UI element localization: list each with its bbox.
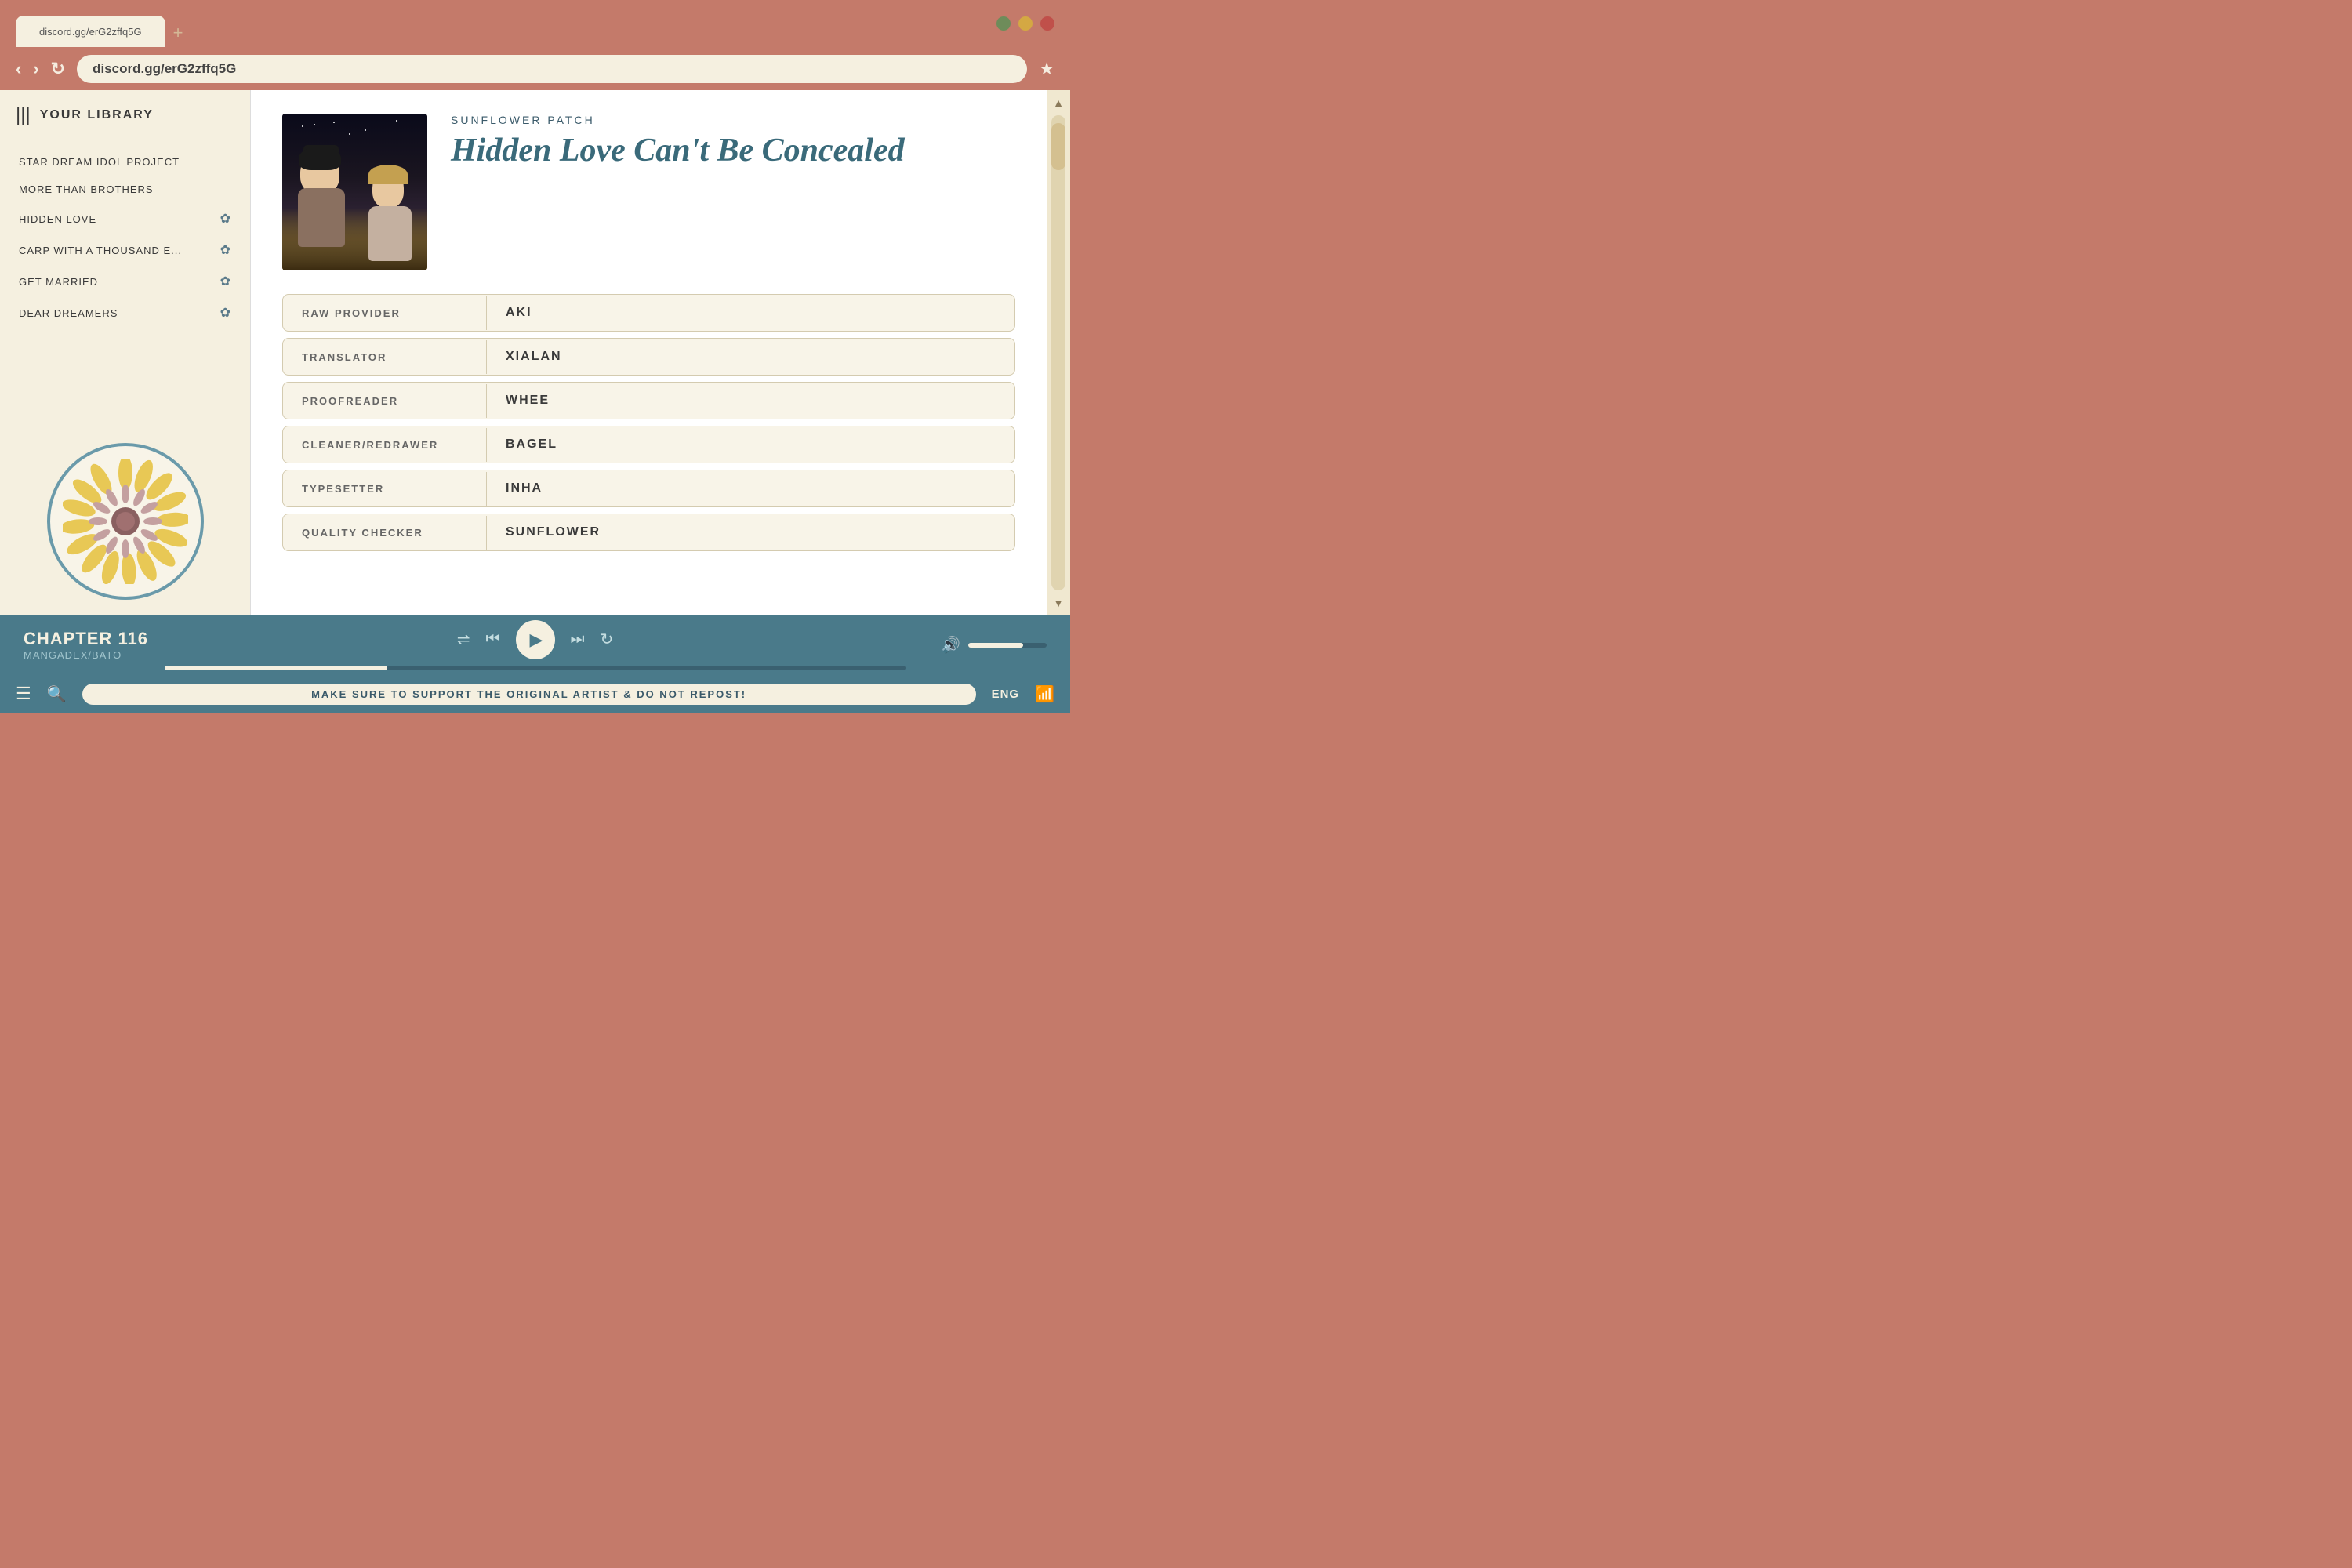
sidebar-item-hidden-love[interactable]: HIDDEN LOVE ✿: [0, 203, 250, 234]
credit-label: RAW PROVIDER: [283, 296, 487, 330]
player-bar: CHAPTER 116 MANGADEX/BATO ⇌ ⏮ ▶ ⏭ ↻ 🔊: [0, 615, 1070, 674]
sidebar-item-more-than-brothers[interactable]: MORE THAN BROTHERS: [0, 176, 250, 203]
sunflower-logo-area: [0, 427, 250, 615]
repeat-button[interactable]: ↻: [601, 630, 614, 649]
minimize-button[interactable]: [996, 16, 1011, 31]
player-controls: ⇌ ⏮ ▶ ⏭ ↻: [165, 620, 906, 670]
sidebar-item-label: MORE THAN BROTHERS: [19, 183, 154, 195]
bookmark-button[interactable]: ★: [1039, 59, 1054, 79]
sunflower-circle: [47, 443, 204, 600]
next-button[interactable]: ⏭: [571, 630, 585, 648]
back-button[interactable]: ‹: [16, 59, 21, 79]
credit-label: PROOFREADER: [283, 384, 487, 418]
credit-row-proofreader: PROOFREADER WHEE: [282, 382, 1015, 419]
volume-fill: [968, 643, 1023, 648]
prev-button[interactable]: ⏮: [486, 630, 500, 648]
sidebar-header: ||| YOUR LIBRARY: [0, 90, 250, 140]
chapter-title: CHAPTER 116: [24, 629, 149, 649]
flower-icon: ✿: [220, 305, 231, 321]
scroll-up-button[interactable]: ▲: [1050, 94, 1067, 111]
chapter-info: CHAPTER 116 MANGADEX/BATO: [24, 629, 149, 661]
new-tab-button[interactable]: +: [173, 23, 183, 43]
library-icon: |||: [16, 104, 31, 126]
control-buttons: ⇌ ⏮ ▶ ⏭ ↻: [457, 620, 614, 659]
credit-value: SUNFLOWER: [487, 514, 619, 550]
flower-icon: ✿: [220, 274, 231, 289]
close-button[interactable]: [1040, 16, 1054, 31]
scroll-track[interactable]: [1051, 115, 1065, 590]
credits-table: RAW PROVIDER AKI TRANSLATOR XIALAN PROOF…: [282, 294, 1015, 551]
credit-label: QUALITY CHECKER: [283, 516, 487, 550]
credit-value: XIALAN: [487, 339, 581, 375]
credit-value: INHA: [487, 470, 561, 506]
browser-nav: ‹ › ↻ discord.gg/erG2zffq5G ★: [0, 47, 1070, 90]
sidebar-title: YOUR LIBRARY: [40, 108, 154, 122]
sunflower-svg: [63, 459, 188, 584]
progress-fill: [165, 666, 387, 670]
volume-area: 🔊: [921, 635, 1047, 655]
sidebar-item-label: HIDDEN LOVE: [19, 213, 96, 225]
progress-bar[interactable]: [165, 666, 906, 670]
credit-row-typesetter: TYPESETTER INHA: [282, 470, 1015, 507]
credit-value: WHEE: [487, 383, 568, 419]
credit-value: AKI: [487, 295, 551, 331]
sidebar-item-label: CARP WITH A THOUSAND E...: [19, 245, 182, 256]
scroll-thumb[interactable]: [1051, 123, 1065, 170]
sidebar-item-label: GET MARRIED: [19, 276, 98, 288]
wifi-icon: 📶: [1035, 684, 1054, 704]
bottom-bar: ☰ 🔍 MAKE SURE TO SUPPORT THE ORIGINAL AR…: [0, 674, 1070, 713]
credit-label: TRANSLATOR: [283, 340, 487, 374]
main-container: ||| YOUR LIBRARY STAR DREAM IDOL PROJECT…: [0, 90, 1070, 615]
content-area: SUNFLOWER PATCH Hidden Love Can't Be Con…: [251, 90, 1047, 615]
sidebar-item-carp[interactable]: CARP WITH A THOUSAND E... ✿: [0, 234, 250, 266]
scrollbar: ▲ ▼: [1047, 90, 1070, 615]
sidebar-item-label: DEAR DREAMERS: [19, 307, 118, 319]
credit-row-quality: QUALITY CHECKER SUNFLOWER: [282, 514, 1015, 551]
flower-icon: ✿: [220, 242, 231, 258]
manga-info: SUNFLOWER PATCH Hidden Love Can't Be Con…: [451, 114, 1015, 270]
sidebar-item-label: STAR DREAM IDOL PROJECT: [19, 156, 180, 168]
language-button[interactable]: ENG: [992, 688, 1020, 701]
volume-icon: 🔊: [941, 635, 960, 655]
search-button[interactable]: 🔍: [47, 684, 67, 704]
tab-area: discord.gg/erG2zffq5G +: [16, 0, 996, 47]
manga-title: Hidden Love Can't Be Concealed: [451, 132, 1015, 169]
sidebar: ||| YOUR LIBRARY STAR DREAM IDOL PROJECT…: [0, 90, 251, 615]
active-tab[interactable]: discord.gg/erG2zffq5G: [16, 16, 165, 47]
sidebar-list: STAR DREAM IDOL PROJECT MORE THAN BROTHE…: [0, 140, 250, 427]
play-button[interactable]: ▶: [516, 620, 555, 659]
maximize-button[interactable]: [1018, 16, 1033, 31]
manga-header: SUNFLOWER PATCH Hidden Love Can't Be Con…: [282, 114, 1015, 270]
refresh-button[interactable]: ↻: [51, 59, 65, 79]
sidebar-item-star-dream[interactable]: STAR DREAM IDOL PROJECT: [0, 148, 250, 176]
sidebar-item-dear-dreamers[interactable]: DEAR DREAMERS ✿: [0, 297, 250, 328]
manga-cover: [282, 114, 427, 270]
scroll-down-button[interactable]: ▼: [1050, 594, 1067, 612]
browser-chrome: discord.gg/erG2zffq5G +: [0, 0, 1070, 47]
tab-label: discord.gg/erG2zffq5G: [39, 26, 142, 38]
credit-row-raw: RAW PROVIDER AKI: [282, 294, 1015, 332]
chapter-source: MANGADEX/BATO: [24, 649, 149, 661]
address-bar[interactable]: discord.gg/erG2zffq5G: [77, 55, 1027, 83]
credit-row-translator: TRANSLATOR XIALAN: [282, 338, 1015, 376]
sidebar-item-get-married[interactable]: GET MARRIED ✿: [0, 266, 250, 297]
play-icon: ▶: [530, 630, 543, 650]
volume-bar[interactable]: [968, 643, 1047, 648]
shuffle-button[interactable]: ⇌: [457, 630, 470, 649]
window-controls: [996, 16, 1054, 31]
publisher-label: SUNFLOWER PATCH: [451, 114, 1015, 126]
credit-row-cleaner: CLEANER/REDRAWER BAGEL: [282, 426, 1015, 463]
forward-button[interactable]: ›: [33, 59, 38, 79]
flower-icon: ✿: [220, 211, 231, 227]
credit-label: TYPESETTER: [283, 472, 487, 506]
menu-button[interactable]: ☰: [16, 684, 31, 704]
credit-label: CLEANER/REDRAWER: [283, 428, 487, 462]
credit-value: BAGEL: [487, 426, 576, 463]
announcement-bar: MAKE SURE TO SUPPORT THE ORIGINAL ARTIST…: [82, 684, 976, 705]
